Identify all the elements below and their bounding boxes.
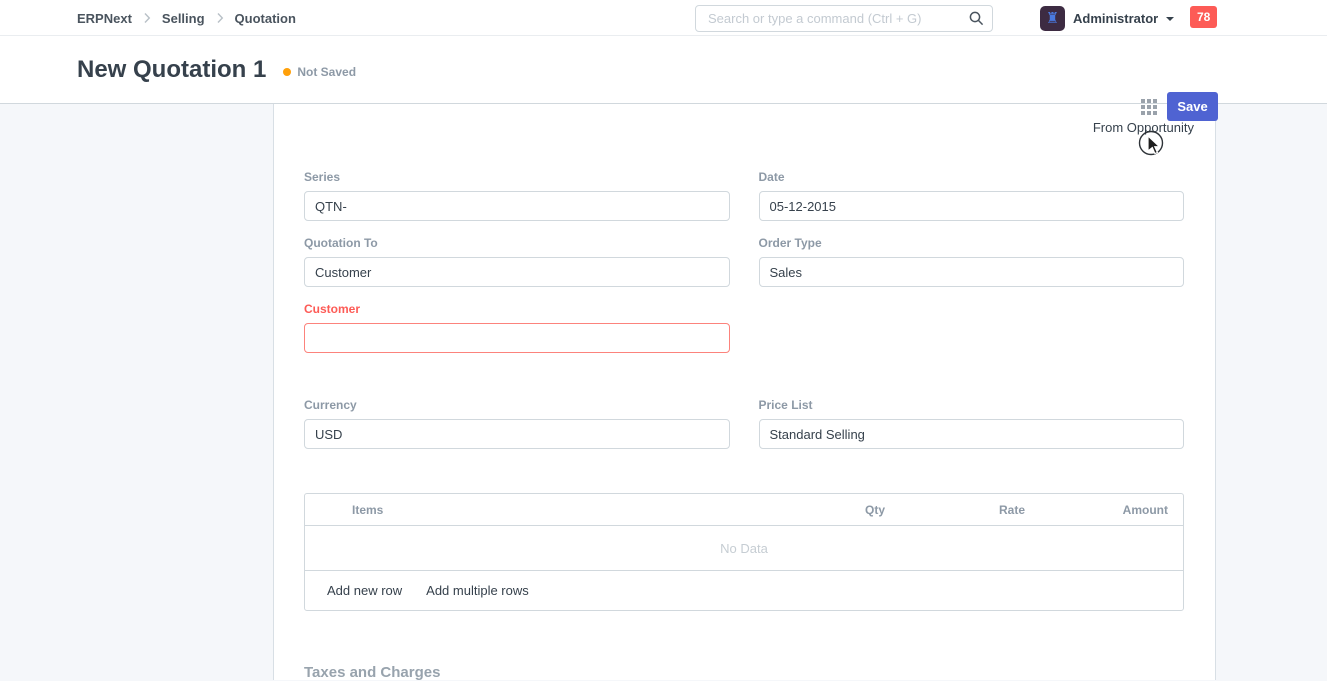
status-badge: Not Saved (297, 65, 356, 79)
breadcrumb-quotation[interactable]: Quotation (235, 11, 296, 26)
items-grid-header: Items Qty Rate Amount (305, 494, 1183, 526)
form-area: Series Date Quotation To Order Type (274, 170, 1215, 681)
date-input[interactable] (759, 191, 1185, 221)
no-data-text: No Data (720, 541, 768, 556)
series-label: Series (304, 170, 730, 184)
form-row: Customer (304, 302, 1184, 353)
form-row: Currency Price List (304, 398, 1184, 449)
quotation-to-input[interactable] (304, 257, 730, 287)
field-price-list: Price List (759, 398, 1185, 449)
save-button[interactable]: Save (1167, 92, 1218, 121)
user-avatar-icon (1040, 6, 1065, 31)
date-label: Date (759, 170, 1185, 184)
page-head: New Quotation 1 Not Saved Save (0, 36, 1327, 104)
series-input[interactable] (304, 191, 730, 221)
price-list-label: Price List (759, 398, 1185, 412)
menu-grid-icon[interactable] (1141, 99, 1157, 115)
items-grid: Items Qty Rate Amount No Data Add new ro… (304, 493, 1184, 611)
field-date: Date (759, 170, 1185, 221)
notification-badge[interactable]: 78 (1190, 6, 1217, 28)
form-row: Quotation To Order Type (304, 236, 1184, 287)
field-order-type: Order Type (759, 236, 1185, 287)
global-search (695, 5, 993, 32)
form-panel: From Opportunity Series Date Quot (273, 104, 1216, 680)
column-header-items: Items (305, 503, 760, 517)
status-dot-icon (283, 68, 291, 76)
breadcrumb-selling[interactable]: Selling (162, 11, 205, 26)
order-type-label: Order Type (759, 236, 1185, 250)
from-opportunity-link[interactable]: From Opportunity (1093, 120, 1194, 135)
column-header-qty: Qty (760, 503, 900, 517)
items-grid-footer: Add new row Add multiple rows (305, 571, 1183, 610)
chevron-right-icon (216, 12, 224, 24)
user-menu[interactable]: Administrator (1040, 0, 1174, 36)
customer-input[interactable] (304, 323, 730, 353)
field-quotation-to: Quotation To (304, 236, 730, 287)
form-row: Series Date (304, 170, 1184, 221)
field-empty (759, 302, 1185, 353)
currency-label: Currency (304, 398, 730, 412)
currency-input[interactable] (304, 419, 730, 449)
price-list-input[interactable] (759, 419, 1185, 449)
caret-down-icon (1166, 17, 1174, 21)
status-indicator: Not Saved (283, 65, 356, 79)
navbar: ERPNext Selling Quotation Administrator … (0, 0, 1327, 36)
search-icon[interactable] (968, 10, 985, 27)
chevron-right-icon (143, 12, 151, 24)
column-header-rate: Rate (900, 503, 1040, 517)
customer-label: Customer (304, 302, 730, 316)
order-type-input[interactable] (759, 257, 1185, 287)
field-series: Series (304, 170, 730, 221)
breadcrumb-erpnext[interactable]: ERPNext (77, 11, 132, 26)
field-customer: Customer (304, 302, 730, 353)
add-multiple-rows-button[interactable]: Add multiple rows (426, 583, 529, 598)
page-title: New Quotation 1 (77, 56, 266, 84)
user-name: Administrator (1073, 11, 1158, 26)
field-currency: Currency (304, 398, 730, 449)
quotation-to-label: Quotation To (304, 236, 730, 250)
search-input[interactable] (695, 5, 993, 32)
column-header-amount: Amount (1040, 503, 1183, 517)
no-data-row: No Data (305, 526, 1183, 571)
section-taxes-and-charges: Taxes and Charges (304, 664, 1184, 681)
add-new-row-button[interactable]: Add new row (327, 583, 402, 598)
page-body: From Opportunity Series Date Quot (0, 104, 1327, 680)
breadcrumb: ERPNext Selling Quotation (77, 0, 296, 36)
title-wrap: New Quotation 1 Not Saved (77, 36, 356, 104)
